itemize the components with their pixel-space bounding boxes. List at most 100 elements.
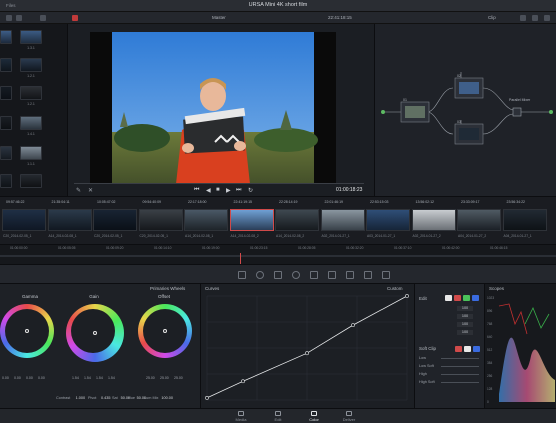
- param-value[interactable]: 0.435: [101, 396, 111, 400]
- wheel-value: 25.00: [146, 376, 155, 380]
- mini-timeline[interactable]: 01:00:00:00 01:00:05:05 01:00:09:20 01:00:1…: [0, 244, 556, 265]
- sizing-icon[interactable]: [382, 271, 390, 279]
- clip-thumbnail[interactable]: [411, 209, 456, 231]
- softclip-label: Low Soft: [419, 364, 434, 368]
- curve-control-point[interactable]: [405, 294, 409, 298]
- still-thumbnail[interactable]: [20, 86, 42, 100]
- clip-thumbnail[interactable]: [93, 209, 137, 231]
- param-value[interactable]: 1.000: [76, 396, 86, 400]
- clip-timecode: 10:05:47:02: [97, 200, 116, 204]
- still-thumbnail[interactable]: [20, 174, 42, 188]
- still-thumbnail[interactable]: [0, 30, 12, 44]
- edit-value[interactable]: 100: [457, 322, 473, 327]
- softclip-slider[interactable]: [441, 382, 479, 383]
- param-value[interactable]: 100.00: [161, 396, 173, 400]
- skip-back-icon[interactable]: ⏮: [194, 187, 199, 194]
- clip-thumbnail[interactable]: [229, 209, 274, 231]
- offset-wheel-center[interactable]: [163, 329, 167, 333]
- luts-icon[interactable]: [40, 15, 46, 21]
- clip-thumbnail[interactable]: [366, 209, 410, 231]
- still-thumbnail[interactable]: [20, 146, 42, 160]
- clip-thumbnail[interactable]: [275, 209, 319, 231]
- red-swatch[interactable]: [454, 295, 461, 301]
- timeline-tick-label: 01:00:19:00: [202, 246, 220, 250]
- nav-media[interactable]: Media: [226, 411, 256, 422]
- node-zoom-icon[interactable]: [520, 15, 526, 21]
- clip-thumbnail[interactable]: [138, 209, 183, 231]
- curves-tool-icon[interactable]: [274, 271, 282, 279]
- softclip-slider[interactable]: [441, 366, 479, 367]
- clip-mode-label[interactable]: Clip: [488, 15, 496, 20]
- still-thumbnail[interactable]: [0, 116, 12, 130]
- close-icon[interactable]: ✕: [88, 187, 93, 194]
- node-view-icon[interactable]: [532, 15, 538, 21]
- pencil-icon[interactable]: ✎: [76, 187, 81, 194]
- key-icon[interactable]: [364, 271, 372, 279]
- softclip-blue[interactable]: [473, 346, 480, 352]
- param-label: Sat: [112, 396, 118, 400]
- camera-raw-icon[interactable]: [238, 271, 246, 279]
- gallery-panel: 1.3.1 1.2.1 1.2.1 1.4.1 1.1.1: [0, 24, 68, 196]
- blue-swatch[interactable]: [472, 295, 479, 301]
- still-thumbnail[interactable]: [20, 58, 42, 72]
- clip-thumbnail[interactable]: [502, 209, 547, 231]
- still-thumbnail[interactable]: [0, 146, 12, 160]
- stop-icon[interactable]: ■: [216, 187, 220, 193]
- edit-value[interactable]: 100: [457, 314, 473, 319]
- viewer-mode-icon[interactable]: [72, 15, 78, 21]
- gamma-wheel-center[interactable]: [25, 329, 29, 333]
- softclip-slider[interactable]: [441, 374, 479, 375]
- more-options-icon[interactable]: [544, 15, 550, 21]
- timeline-name[interactable]: Master: [212, 15, 226, 20]
- curve-control-point[interactable]: [205, 396, 209, 400]
- play-reverse-icon[interactable]: ◀: [206, 187, 211, 194]
- list-icon[interactable]: [16, 15, 22, 21]
- clip-thumbnail[interactable]: [2, 209, 46, 231]
- curve-control-point[interactable]: [241, 379, 245, 384]
- luma-swatch[interactable]: [445, 295, 452, 301]
- clip-thumbnail[interactable]: [320, 209, 365, 231]
- node-graph-canvas[interactable]: [375, 24, 556, 196]
- curve-control-point[interactable]: [351, 323, 355, 328]
- qualifier-icon[interactable]: [292, 271, 300, 279]
- still-label: 1.3.1: [27, 46, 35, 50]
- edit-value[interactable]: 100: [457, 330, 473, 335]
- skip-forward-icon[interactable]: ⏭: [236, 187, 241, 194]
- scrubber-track[interactable]: [74, 183, 364, 184]
- tracker-icon[interactable]: [328, 271, 336, 279]
- still-thumbnail[interactable]: [20, 116, 42, 130]
- blur-icon[interactable]: [346, 271, 354, 279]
- still-thumbnail[interactable]: [0, 174, 12, 188]
- curve-editor[interactable]: [201, 284, 415, 408]
- color-match-icon[interactable]: [256, 271, 264, 279]
- wheel-value: 0.00: [2, 376, 9, 380]
- curve-control-point[interactable]: [305, 351, 309, 356]
- nav-deliver[interactable]: Deliver: [334, 411, 364, 422]
- param-label: Lum Mix: [144, 396, 159, 400]
- gallery-icon[interactable]: [6, 15, 12, 21]
- loop-icon[interactable]: ↻: [248, 187, 253, 194]
- still-thumbnail[interactable]: [20, 30, 42, 44]
- green-swatch[interactable]: [463, 295, 470, 301]
- viewer-toolbar: Master 22:41:18:15 Clip: [0, 12, 556, 24]
- window-icon[interactable]: [310, 271, 318, 279]
- clip-thumbnail[interactable]: [457, 209, 501, 231]
- clip-thumbnail[interactable]: [47, 209, 92, 231]
- clip-name: C20_2014-02-05_1: [94, 234, 123, 238]
- transport-bar: ✎ ✕ ⏮ ◀ ■ ▶ ⏭ ↻ 01:00:18:23: [68, 186, 374, 196]
- softclip-green[interactable]: [464, 346, 471, 352]
- edit-value[interactable]: 100: [457, 306, 473, 311]
- softclip-red[interactable]: [455, 346, 462, 352]
- softclip-slider[interactable]: [441, 358, 479, 359]
- still-thumbnail[interactable]: [0, 86, 12, 100]
- nav-edit[interactable]: Edit: [263, 411, 293, 422]
- gain-wheel-center[interactable]: [93, 331, 97, 335]
- still-thumbnail[interactable]: [0, 58, 12, 72]
- viewer-image[interactable]: [90, 32, 336, 184]
- softclip-title: Soft Clip: [419, 346, 437, 351]
- nav-color[interactable]: Color: [299, 411, 329, 422]
- softclip-label: High Soft: [419, 380, 435, 384]
- scope-tick-label: 640: [487, 335, 493, 339]
- play-icon[interactable]: ▶: [226, 187, 231, 194]
- clip-thumbnail[interactable]: [184, 209, 228, 231]
